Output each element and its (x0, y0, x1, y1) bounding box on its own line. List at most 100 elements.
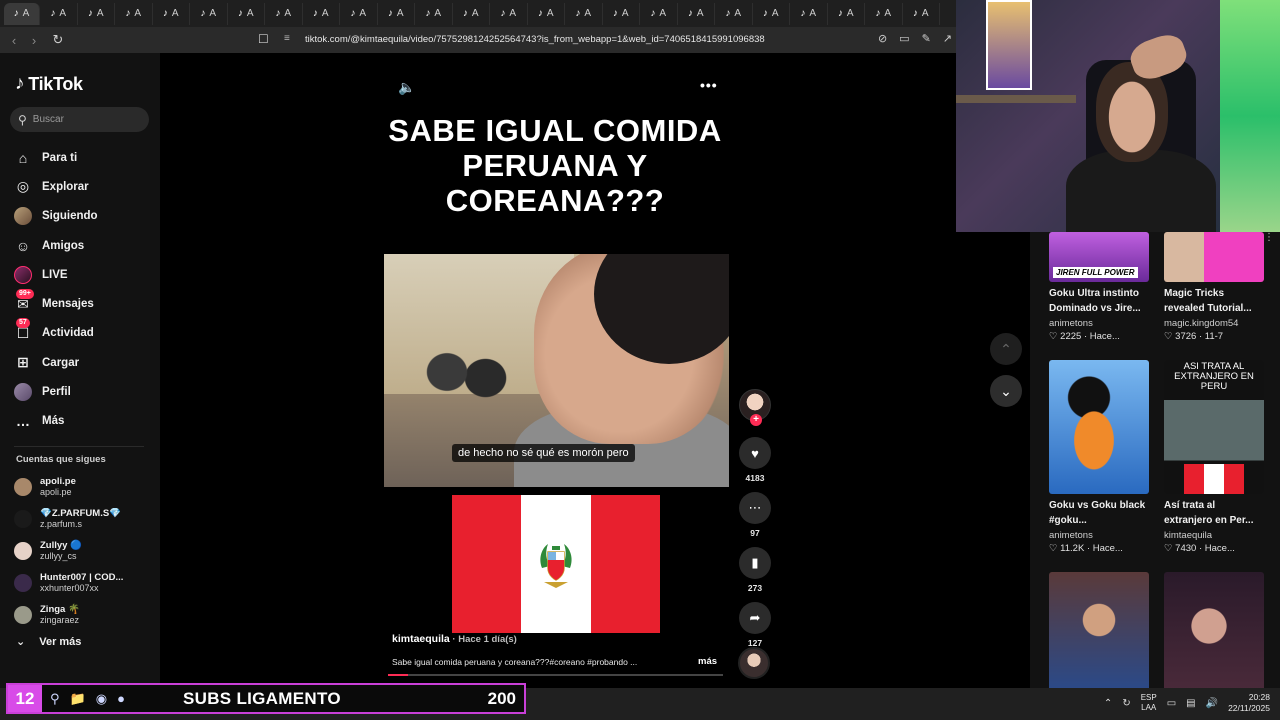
related-video-author[interactable]: magic.kingdom54 (1164, 318, 1266, 329)
bookmark-icon[interactable]: ☐ (258, 32, 269, 46)
tiktok-logo[interactable]: ♪ TikTok (15, 73, 83, 95)
browser-tab[interactable]: ♪ A (753, 2, 790, 25)
related-video-card[interactable]: Goku vs Goku black #goku... animetons ♡ … (1049, 360, 1151, 554)
following-account[interactable]: Hunter007 | COD... xxhunter007xx (14, 567, 154, 599)
video-thumbnail[interactable] (1049, 572, 1149, 688)
nav-item-cargar[interactable]: ⊞ Cargar (14, 348, 98, 377)
browser-tab[interactable]: ♪ A (453, 2, 490, 25)
author-handle[interactable]: kimtaequila (392, 633, 450, 645)
nav-item-mensajes[interactable]: ✉ 99+ Mensajes (14, 289, 98, 318)
follow-plus-icon[interactable]: + (750, 414, 762, 426)
search-icon[interactable]: ⚲ (50, 691, 60, 707)
video-thumbnail[interactable] (1164, 232, 1264, 282)
browser-tab[interactable]: ♪ A (153, 2, 190, 25)
following-account[interactable]: Zinga 🌴 zingaraez (14, 599, 154, 631)
see-more-button[interactable]: ⌄ Ver más (16, 635, 81, 649)
card-menu-icon[interactable]: ⋮ (1264, 232, 1274, 243)
video-thumbnail[interactable] (1164, 572, 1264, 688)
nav-item-m-s[interactable]: … Más (14, 407, 98, 436)
nav-item-explorar[interactable]: ◎ Explorar (14, 172, 98, 201)
related-video-card[interactable] (1164, 572, 1266, 688)
related-video-title[interactable]: Goku vs Goku black #goku... (1049, 498, 1149, 528)
volume-icon[interactable]: 🔈 (398, 79, 415, 96)
browser-tab[interactable]: ♪ A (715, 2, 753, 25)
network-icon[interactable]: ▤ (1186, 698, 1195, 709)
browser-tab[interactable]: ♪ A (640, 2, 678, 25)
like-button[interactable]: ♥ (739, 437, 771, 469)
creator-avatar[interactable]: + (739, 389, 771, 426)
sync-icon[interactable]: ↻ (1122, 698, 1130, 709)
site-info-icon[interactable]: ≡ (284, 33, 290, 44)
clock[interactable]: 20:28 22/11/2025 (1228, 692, 1270, 714)
browser-tab[interactable]: ♪ A (265, 2, 303, 25)
browser-tab[interactable]: ♪ A (678, 2, 715, 25)
share-page-icon[interactable]: ↗ (943, 32, 952, 45)
video-thumbnail[interactable]: ASI TRATA AL EXTRANJERO EN PERU (1164, 360, 1264, 494)
video-frame[interactable]: de hecho no sé qué es morón pero (384, 254, 729, 487)
forward-icon[interactable]: › (24, 33, 44, 48)
related-video-title[interactable]: Así trata al extranjero en Per... (1164, 498, 1264, 528)
related-video-author[interactable]: animetons (1049, 318, 1151, 329)
discord-icon[interactable]: ● (117, 691, 125, 707)
video-progress-bar[interactable] (388, 674, 723, 676)
browser-tab[interactable]: ♪ A (340, 2, 378, 25)
url-field[interactable]: tiktok.com/@kimtaequila/video/7575298124… (305, 34, 765, 45)
nav-item-siguiendo[interactable]: Siguiendo (14, 202, 98, 231)
search-input[interactable] (32, 114, 133, 125)
more-options-icon[interactable]: ••• (700, 77, 718, 93)
related-video-card[interactable] (1049, 572, 1151, 688)
nav-item-amigos[interactable]: ☺ Amigos (14, 231, 98, 260)
related-video-author[interactable]: animetons (1049, 530, 1151, 541)
music-disc-avatar[interactable] (738, 647, 770, 679)
browser-tab[interactable]: ♪ A (4, 2, 40, 25)
back-icon[interactable]: ‹ (4, 33, 24, 48)
following-account[interactable]: 💎Z.PARFUM.S💎 z.parfum.s (14, 503, 154, 535)
browser-tab[interactable]: ♪ A (415, 2, 453, 25)
tray-chevron-icon[interactable]: ⌃ (1104, 698, 1112, 709)
related-video-author[interactable]: kimtaequila (1164, 530, 1266, 541)
related-video-title[interactable]: Goku Ultra instinto Dominado vs Jire... (1049, 286, 1149, 316)
browser-tab[interactable]: ♪ A (228, 2, 265, 25)
comment-button[interactable]: ⋯ (739, 492, 771, 524)
browser-tab[interactable]: ♪ A (115, 2, 153, 25)
browser-tab[interactable]: ♪ A (790, 2, 828, 25)
browser-tab[interactable]: ♪ A (528, 2, 565, 25)
edit-icon[interactable]: ✎ (922, 32, 931, 45)
browser-tab[interactable]: ♪ A (603, 2, 640, 25)
nav-item-actividad[interactable]: ☐ 57 Actividad (14, 318, 98, 348)
browser-tab[interactable]: ♪ A (865, 2, 903, 25)
browser-tab[interactable]: ♪ A (378, 2, 415, 25)
save-button[interactable]: ▮ (739, 547, 771, 579)
browser-tab[interactable]: ♪ A (190, 2, 228, 25)
language-indicator[interactable]: ESP LAA (1141, 693, 1157, 713)
next-video-button[interactable]: ⌄ (990, 375, 1022, 407)
browser-tab[interactable]: ♪ A (78, 2, 115, 25)
browser-tab[interactable]: ♪ A (565, 2, 603, 25)
search-box[interactable]: ⚲ (10, 107, 149, 132)
reload-icon[interactable]: ↻ (48, 32, 68, 48)
folder-icon[interactable]: 📁 (70, 691, 86, 707)
browser-tab[interactable]: ♪ A (40, 2, 78, 25)
cast-icon[interactable]: ▭ (899, 32, 909, 45)
related-video-card[interactable]: ⋮ Magic Tricks revealed Tutorial... magi… (1164, 232, 1274, 342)
share-button[interactable]: ➦ (739, 602, 771, 634)
video-thumbnail[interactable] (1049, 360, 1149, 494)
no-tracking-icon[interactable]: ⊘ (878, 32, 887, 45)
video-author[interactable]: kimtaequila · Hace 1 día(s) (392, 633, 517, 645)
browser-tab[interactable]: ♪ A (903, 2, 940, 25)
previous-video-button[interactable]: ⌃ (990, 333, 1022, 365)
browser-icon[interactable]: ◉ (96, 691, 107, 707)
display-icon[interactable]: ▭ (1167, 698, 1176, 709)
caption-more-button[interactable]: más (698, 656, 717, 667)
video-thumbnail[interactable]: JIREN FULL POWER (1049, 232, 1149, 282)
browser-tab[interactable]: ♪ A (490, 2, 528, 25)
browser-tab[interactable]: ♪ A (303, 2, 340, 25)
nav-item-para-ti[interactable]: ⌂ Para ti (14, 143, 98, 172)
browser-tab[interactable]: ♪ A (828, 2, 865, 25)
related-video-card[interactable]: JIREN FULL POWER Goku Ultra instinto Dom… (1049, 232, 1151, 342)
related-video-card[interactable]: ASI TRATA AL EXTRANJERO EN PERU Así trat… (1164, 360, 1266, 554)
nav-item-perfil[interactable]: Perfil (14, 377, 98, 406)
related-video-title[interactable]: Magic Tricks revealed Tutorial... (1164, 286, 1264, 316)
nav-item-live[interactable]: LIVE (14, 260, 98, 289)
volume-icon[interactable]: 🔊 (1206, 698, 1218, 709)
